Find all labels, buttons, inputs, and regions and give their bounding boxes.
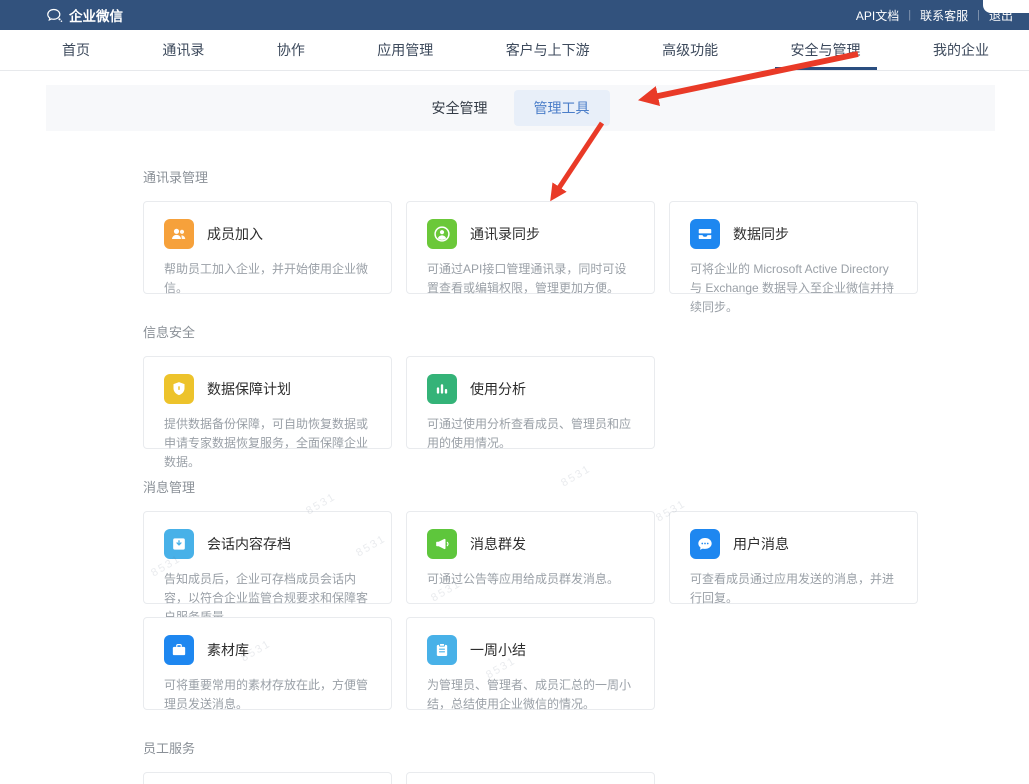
chat-bubble-icon [690,529,720,559]
card-title: 数据保障计划 [207,379,291,399]
section-title: 员工服务 [143,738,1029,757]
card-contacts-sync[interactable]: 通讯录同步 可通过API接口管理通讯录，同时可设置查看或编辑权限，管理更加方便。 [406,201,655,294]
card-desc: 为管理员、管理者、成员汇总的一周小结，总结使用企业微信的情况。 [427,676,634,714]
card-employee-service[interactable]: 员工服务 [143,772,392,784]
nav-item-security-management[interactable]: 安全与管理 [791,30,861,70]
topbar: 企业微信 API文档 | 联系客服 | 退出 [0,0,1029,30]
card-material-library[interactable]: 素材库 可将重要常用的素材存放在此，方便管理员发送消息。 [143,617,392,710]
card-data-sync[interactable]: 数据同步 可将企业的 Microsoft Active Directory 与 … [669,201,918,294]
card-title: 通讯录同步 [470,224,540,244]
nav-item-app-management[interactable]: 应用管理 [377,30,433,70]
tab-security[interactable]: 安全管理 [432,98,488,118]
wecom-logo[interactable]: 企业微信 [46,5,123,25]
card-desc: 可通过使用分析查看成员、管理员和应用的使用情况。 [427,415,634,453]
nav-item-customers[interactable]: 客户与上下游 [506,30,590,70]
card-message-broadcast[interactable]: 消息群发 可通过公告等应用给成员群发消息。 [406,511,655,604]
section-title: 通讯录管理 [143,167,1029,186]
members-icon [164,219,194,249]
wecom-bubble-icon [46,7,63,24]
nav-item-contacts[interactable]: 通讯录 [162,30,204,70]
archive-icon [164,529,194,559]
card-member-join[interactable]: 成员加入 帮助员工加入企业，并开始使用企业微信。 [143,201,392,294]
card-chat-archive[interactable]: 会话内容存档 告知成员后，企业可存档成员会话内容，以符合企业监管合规要求和保障客… [143,511,392,604]
separator: | [977,9,980,21]
card-reward[interactable]: 奖励 [406,772,655,784]
contact-support-link[interactable]: 联系客服 [920,7,968,24]
card-grid: 会话内容存档 告知成员后，企业可存档成员会话内容，以符合企业监管合规要求和保障客… [143,511,1029,710]
contact-sync-icon [427,219,457,249]
card-grid: 数据保障计划 提供数据备份保障，可自助恢复数据或申请专家数据恢复服务，全面保障企… [143,356,1029,449]
card-grid: 成员加入 帮助员工加入企业，并开始使用企业微信。 通讯录同步 可通过API接口管… [143,201,1029,294]
section-title: 消息管理 [143,477,1029,496]
card-desc: 可通过公告等应用给成员群发消息。 [427,570,634,589]
nav-item-home[interactable]: 首页 [62,30,90,70]
card-title: 会话内容存档 [207,534,291,554]
megaphone-icon [427,529,457,559]
card-title: 一周小结 [470,640,526,660]
card-title: 消息群发 [470,534,526,554]
nav-item-my-company[interactable]: 我的企业 [933,30,989,70]
shield-icon [164,374,194,404]
separator: | [908,9,911,21]
card-title: 使用分析 [470,379,526,399]
card-title: 成员加入 [207,224,263,244]
wecom-admin-page: 企业微信 API文档 | 联系客服 | 退出 首页 通讯录 协作 应用管理 客户… [0,0,1029,784]
card-weekly-summary[interactable]: 一周小结 为管理员、管理者、成员汇总的一周小结，总结使用企业微信的情况。 [406,617,655,710]
nav-item-collaboration[interactable]: 协作 [277,30,305,70]
nav-item-advanced[interactable]: 高级功能 [662,30,718,70]
section-information-security: 信息安全 数据保障计划 提供数据备份保障，可自助恢复数据或申请专家数据恢复服务，… [143,322,1029,449]
card-title: 数据同步 [733,224,789,244]
card-desc: 可将重要常用的素材存放在此，方便管理员发送消息。 [164,676,371,714]
clipboard-icon [427,635,457,665]
card-desc: 帮助员工加入企业，并开始使用企业微信。 [164,260,371,298]
card-title: 用户消息 [733,534,789,554]
tab-management-tools[interactable]: 管理工具 [514,90,610,126]
card-title: 素材库 [207,640,249,660]
card-data-protection-plan[interactable]: 数据保障计划 提供数据备份保障，可自助恢复数据或申请专家数据恢复服务，全面保障企… [143,356,392,449]
card-grid: 员工服务 奖励 [143,772,1029,784]
section-contacts-management: 通讯录管理 成员加入 帮助员工加入企业，并开始使用企业微信。 [143,167,1029,294]
main-nav: 首页 通讯录 协作 应用管理 客户与上下游 高级功能 安全与管理 我的企业 [0,30,1029,71]
card-usage-analytics[interactable]: 使用分析 可通过使用分析查看成员、管理员和应用的使用情况。 [406,356,655,449]
card-user-message[interactable]: 用户消息 可查看成员通过应用发送的消息，并进行回复。 [669,511,918,604]
section-employee-services: 员工服务 员工服务 奖励 [143,738,1029,784]
data-sync-icon [690,219,720,249]
section-message-management: 消息管理 会话内容存档 告知成员后，企业可存档成员会话内容，以符合企业监管合规要… [143,477,1029,710]
tab-strip: 安全管理 管理工具 [46,85,995,131]
card-desc: 可将企业的 Microsoft Active Directory 与 Excha… [690,260,897,317]
tools-content: 通讯录管理 成员加入 帮助员工加入企业，并开始使用企业微信。 [143,167,1029,784]
briefcase-icon [164,635,194,665]
section-title: 信息安全 [143,322,1029,341]
card-desc: 可通过API接口管理通讯录，同时可设置查看或编辑权限，管理更加方便。 [427,260,634,298]
card-desc: 提供数据备份保障，可自助恢复数据或申请专家数据恢复服务，全面保障企业数据。 [164,415,371,472]
bar-chart-icon [427,374,457,404]
card-desc: 可查看成员通过应用发送的消息，并进行回复。 [690,570,897,608]
api-docs-link[interactable]: API文档 [856,7,899,24]
screen-corner-notch [983,0,1029,13]
brand-label: 企业微信 [69,5,123,25]
